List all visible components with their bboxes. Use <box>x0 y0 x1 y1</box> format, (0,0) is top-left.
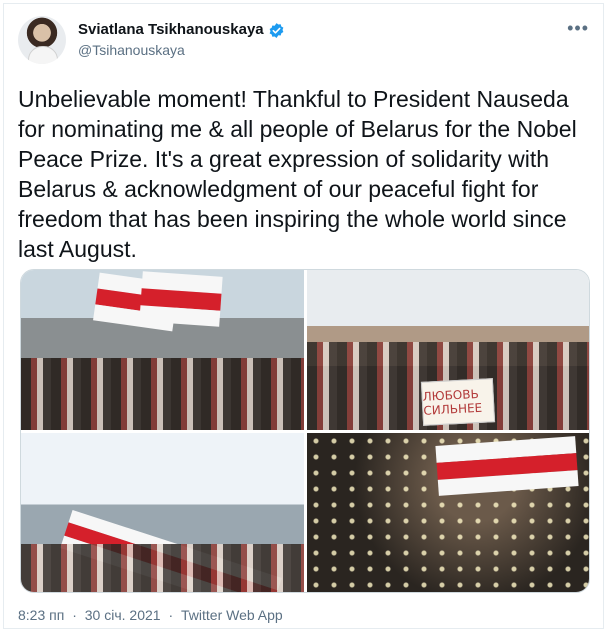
author-name-row[interactable]: Sviatlana Tsikhanouskaya <box>78 20 285 40</box>
tweet-source[interactable]: Twitter Web App <box>181 607 283 623</box>
tweet-date[interactable]: 30 січ. 2021 <box>85 607 161 623</box>
avatar[interactable] <box>18 16 66 64</box>
photo-night-lights[interactable] <box>307 433 589 592</box>
tweet-card: Sviatlana Tsikhanouskaya @Tsihanouskaya … <box>3 3 604 629</box>
flag-graphic <box>435 436 579 496</box>
flag-graphic <box>139 271 223 327</box>
tweet-text: Unbelievable moment! Thankful to Preside… <box>18 86 584 262</box>
author-handle[interactable]: @Tsihanouskaya <box>78 40 285 60</box>
tweet-header: Sviatlana Tsikhanouskaya @Tsihanouskaya … <box>18 16 589 66</box>
tweet-footer: 8:23 пп · 30 січ. 2021 · Twitter Web App <box>18 607 283 623</box>
more-horizontal-icon[interactable]: ••• <box>567 19 589 37</box>
separator-dot: · <box>168 607 174 623</box>
verified-badge-icon <box>269 22 284 38</box>
author-display-name[interactable]: Sviatlana Tsikhanouskaya <box>78 20 264 40</box>
separator-dot: · <box>72 607 77 623</box>
protest-sign: ЛЮБОВЬ СИЛЬНЕЕ <box>420 378 496 426</box>
photo-flag-march[interactable] <box>21 433 304 592</box>
author-info: Sviatlana Tsikhanouskaya @Tsihanouskaya <box>78 20 285 60</box>
photo-rally-street[interactable] <box>21 270 304 430</box>
photo-women-flowers[interactable]: ЛЮБОВЬ СИЛЬНЕЕ <box>307 270 589 430</box>
media-grid: ЛЮБОВЬ СИЛЬНЕЕ <box>20 269 590 593</box>
crowd-graphic <box>21 544 304 592</box>
crowd-graphic <box>21 358 304 430</box>
tweet-time[interactable]: 8:23 пп <box>18 607 64 623</box>
